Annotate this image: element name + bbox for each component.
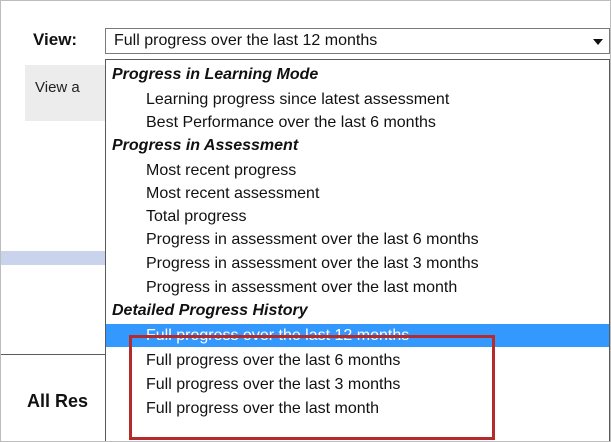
option-total-progress[interactable]: Total progress (106, 205, 609, 228)
group-header-learning-mode: Progress in Learning Mode (112, 66, 319, 83)
all-results-heading: All Res (27, 391, 89, 411)
option-full-6m[interactable]: Full progress over the last 6 months (106, 349, 609, 372)
option-learning-progress-latest[interactable]: Learning progress since latest assessmen… (106, 88, 609, 111)
option-full-1m[interactable]: Full progress over the last month (106, 397, 609, 420)
option-full-12m[interactable]: Full progress over the last 12 months (106, 324, 609, 347)
background-strip (1, 251, 111, 265)
option-best-performance-6m[interactable]: Best Performance over the last 6 months (106, 111, 609, 134)
view-label: View: (33, 30, 78, 49)
view-select[interactable]: Full progress over the last 12 months (105, 28, 610, 54)
option-assessment-6m[interactable]: Progress in assessment over the last 6 m… (106, 228, 609, 251)
chevron-down-icon[interactable] (593, 39, 603, 45)
view-select-value: Full progress over the last 12 months (114, 32, 378, 49)
group-header-detailed-history: Detailed Progress History (112, 302, 308, 319)
group-header-assessment: Progress in Assessment (112, 137, 299, 154)
divider (1, 354, 111, 355)
info-panel-text: View a (35, 79, 80, 96)
option-assessment-1m[interactable]: Progress in assessment over the last mon… (106, 276, 609, 299)
option-full-3m[interactable]: Full progress over the last 3 months (106, 373, 609, 396)
info-panel: View a (25, 65, 111, 121)
option-most-recent-progress[interactable]: Most recent progress (106, 159, 609, 182)
option-assessment-3m[interactable]: Progress in assessment over the last 3 m… (106, 252, 609, 275)
view-dropdown-list: Progress in Learning Mode Learning progr… (105, 59, 610, 441)
app-frame: View: Full progress over the last 12 mon… (0, 0, 611, 442)
option-most-recent-assessment[interactable]: Most recent assessment (106, 182, 609, 205)
